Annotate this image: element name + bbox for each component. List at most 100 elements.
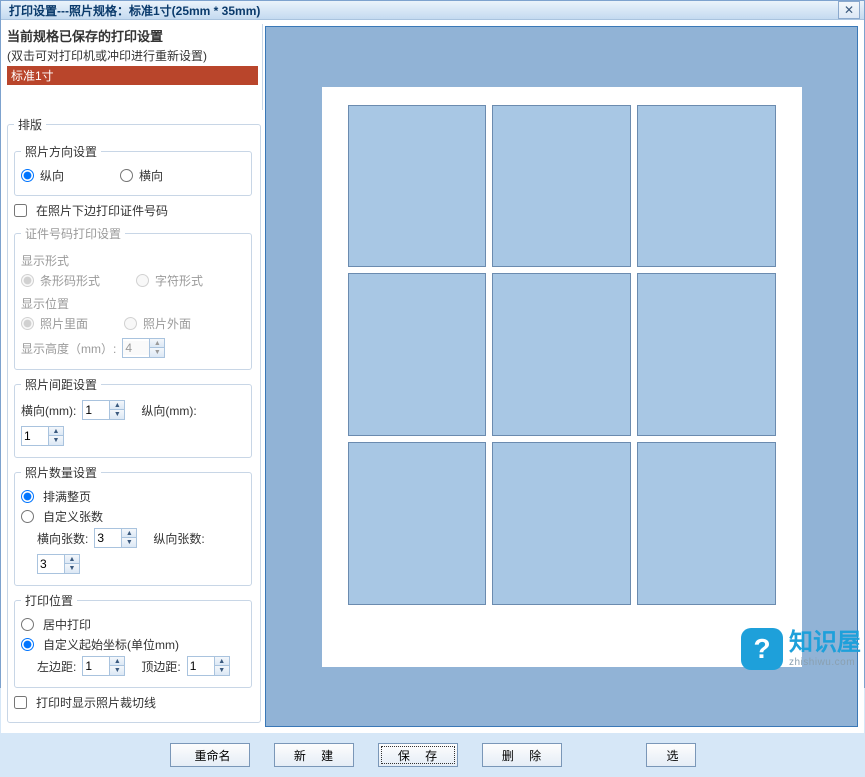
new-button[interactable]: 新 建	[274, 743, 354, 767]
saved-settings-header: 当前规格已保存的打印设置	[7, 24, 258, 47]
window-title: 打印设置---照片规格：标准1寸(25mm * 35mm)	[5, 2, 838, 19]
position-custom-label[interactable]: 自定义起始坐标(单位mm)	[43, 636, 179, 653]
count-full-radio[interactable]	[21, 490, 34, 503]
photo-cell	[492, 105, 631, 268]
spacing-v-spinner[interactable]: ▲▼	[21, 426, 64, 446]
position-top-input[interactable]	[188, 659, 214, 673]
crop-lines-checkbox[interactable]	[14, 696, 27, 709]
spinner-down-icon: ▼	[150, 348, 164, 357]
saved-settings-hint: (双击可对打印机或冲印进行重新设置)	[7, 47, 258, 66]
spinner-up-icon[interactable]: ▲	[110, 657, 124, 666]
spacing-legend: 照片间距设置	[21, 376, 101, 393]
textform-label: 字符形式	[155, 272, 203, 289]
watermark-py: zhishiwu.com	[789, 657, 861, 668]
orientation-portrait-label[interactable]: 纵向	[40, 167, 64, 184]
barcode-label: 条形码形式	[40, 272, 100, 289]
orientation-group: 照片方向设置 纵向 横向	[14, 143, 252, 196]
display-height-spinner: ▲▼	[122, 338, 165, 358]
count-v-spinner[interactable]: ▲▼	[37, 554, 80, 574]
spacing-v-label: 纵向(mm):	[141, 402, 196, 419]
close-button[interactable]: ✕	[838, 1, 860, 19]
spacing-h-label: 横向(mm):	[21, 402, 76, 419]
select-button[interactable]: 选	[646, 743, 696, 767]
outside-label: 照片外面	[143, 315, 191, 332]
photo-cell	[492, 442, 631, 605]
position-left-label: 左边距:	[37, 658, 76, 675]
photo-cell	[348, 105, 487, 268]
count-h-spinner[interactable]: ▲▼	[94, 528, 137, 548]
question-icon: ?	[741, 628, 783, 670]
watermark: ? 知识屋 zhishiwu.com	[741, 628, 861, 670]
left-panel: 当前规格已保存的打印设置 (双击可对打印机或冲印进行重新设置) 标准1寸 排版 …	[1, 20, 263, 733]
count-h-input[interactable]	[95, 531, 121, 545]
spinner-down-icon[interactable]: ▼	[110, 410, 124, 419]
photo-grid	[348, 105, 776, 605]
count-group: 照片数量设置 排满整页 自定义张数 横向张数: ▲▼ 纵向张数: ▲▼	[14, 464, 252, 586]
photo-cell	[492, 273, 631, 436]
count-full-label[interactable]: 排满整页	[43, 488, 91, 505]
spinner-up-icon[interactable]: ▲	[215, 657, 229, 666]
count-h-label: 横向张数:	[37, 530, 88, 547]
position-custom-radio[interactable]	[21, 638, 34, 651]
spinner-up-icon[interactable]: ▲	[65, 555, 79, 564]
photo-cell	[637, 105, 776, 268]
delete-button[interactable]: 删 除	[482, 743, 562, 767]
spinner-up-icon[interactable]: ▲	[49, 427, 63, 436]
crop-lines-label[interactable]: 打印时显示照片裁切线	[36, 694, 156, 711]
spacing-group: 照片间距设置 横向(mm): ▲▼ 纵向(mm): ▲▼	[14, 376, 252, 458]
preview-panel	[263, 20, 864, 733]
orientation-landscape-label[interactable]: 横向	[139, 167, 163, 184]
print-code-checkbox[interactable]	[14, 204, 27, 217]
titlebar: 打印设置---照片规格：标准1寸(25mm * 35mm) ✕	[1, 1, 864, 20]
layout-group: 排版 照片方向设置 纵向 横向	[7, 116, 261, 723]
spinner-down-icon[interactable]: ▼	[110, 666, 124, 675]
spacing-v-input[interactable]	[22, 429, 48, 443]
watermark-cn: 知识屋	[789, 630, 861, 656]
print-settings-window: 打印设置---照片规格：标准1寸(25mm * 35mm) ✕ 当前规格已保存的…	[0, 0, 865, 688]
orientation-legend: 照片方向设置	[21, 143, 101, 160]
spinner-down-icon[interactable]: ▼	[122, 538, 136, 547]
count-v-label: 纵向张数:	[153, 530, 204, 547]
photo-cell	[637, 273, 776, 436]
display-height-label: 显示高度（mm）:	[21, 340, 116, 357]
inside-label: 照片里面	[40, 315, 88, 332]
count-v-input[interactable]	[38, 557, 64, 571]
photo-cell	[348, 442, 487, 605]
spinner-up-icon[interactable]: ▲	[122, 529, 136, 538]
code-settings-group: 证件号码打印设置 显示形式 条形码形式 字符形式 显示位置 照片里面 照片外面	[14, 225, 252, 370]
saved-item-selected[interactable]: 标准1寸	[7, 66, 258, 85]
position-left-input[interactable]	[83, 659, 109, 673]
layout-legend: 排版	[14, 116, 46, 133]
spinner-down-icon[interactable]: ▼	[215, 666, 229, 675]
spacing-h-input[interactable]	[83, 403, 109, 417]
position-left-spinner[interactable]: ▲▼	[82, 656, 125, 676]
outside-radio	[124, 317, 137, 330]
close-icon: ✕	[844, 3, 854, 17]
position-top-spinner[interactable]: ▲▼	[187, 656, 230, 676]
preview-frame	[265, 26, 858, 727]
button-bar: 重命名 新 建 保 存 删 除 选	[1, 733, 864, 777]
print-code-label[interactable]: 在照片下边打印证件号码	[36, 202, 168, 219]
rename-button[interactable]: 重命名	[170, 743, 250, 767]
display-form-legend: 显示形式	[21, 252, 245, 269]
count-custom-label[interactable]: 自定义张数	[43, 508, 103, 525]
count-custom-radio[interactable]	[21, 510, 34, 523]
spinner-up-icon[interactable]: ▲	[110, 401, 124, 410]
position-legend: 打印位置	[21, 592, 77, 609]
saved-settings-list[interactable]: 标准1寸	[7, 66, 258, 110]
photo-cell	[637, 442, 776, 605]
save-button[interactable]: 保 存	[378, 743, 458, 767]
display-height-input	[123, 341, 149, 355]
position-top-label: 顶边距:	[141, 658, 180, 675]
spinner-down-icon[interactable]: ▼	[65, 564, 79, 573]
barcode-radio	[21, 274, 34, 287]
orientation-portrait-radio[interactable]	[21, 169, 34, 182]
spacing-h-spinner[interactable]: ▲▼	[82, 400, 125, 420]
spinner-up-icon: ▲	[150, 339, 164, 348]
position-group: 打印位置 居中打印 自定义起始坐标(单位mm) 左边距: ▲▼ 顶边距: ▲▼	[14, 592, 252, 688]
orientation-landscape-radio[interactable]	[120, 169, 133, 182]
count-legend: 照片数量设置	[21, 464, 101, 481]
position-center-label[interactable]: 居中打印	[43, 616, 91, 633]
spinner-down-icon[interactable]: ▼	[49, 436, 63, 445]
position-center-radio[interactable]	[21, 618, 34, 631]
